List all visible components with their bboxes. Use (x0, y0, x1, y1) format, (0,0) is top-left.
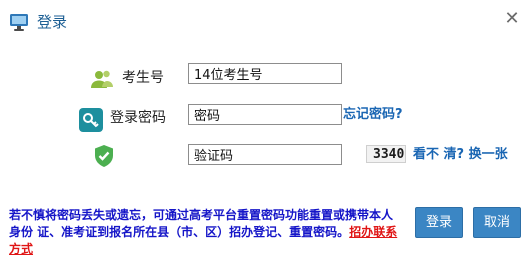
cancel-button[interactable]: 取消 (473, 207, 521, 238)
password-input[interactable] (188, 104, 342, 125)
candidate-number-input[interactable] (188, 63, 342, 84)
captcha-image[interactable]: 3340 (366, 145, 406, 163)
key-icon (79, 108, 103, 132)
password-label: 登录密码 (110, 110, 166, 126)
window-title: 登录 (37, 13, 68, 31)
captcha-input[interactable] (188, 144, 342, 165)
forgot-password-link[interactable]: 忘记密码? (343, 106, 403, 124)
candidate-number-label: 考生号 (122, 70, 164, 86)
title-bar: 登录 ✕ (0, 0, 529, 44)
refresh-captcha-link[interactable]: 看不 清? 换一张 (413, 146, 508, 164)
computer-icon (10, 14, 28, 31)
captcha-image-text: 3340 (373, 147, 405, 162)
login-button[interactable]: 登录 (415, 207, 463, 238)
notice-message: 若不慎将密码丢失或遗忘，可通过高考平台重置密码功能重置或携带本人身份 证、准考证… (9, 208, 394, 239)
shield-check-icon (95, 145, 113, 167)
users-icon (91, 70, 113, 88)
close-icon[interactable]: ✕ (503, 10, 521, 28)
notice-text: 若不慎将密码丢失或遗忘，可通过高考平台重置密码功能重置或携带本人身份 证、准考证… (9, 207, 401, 258)
